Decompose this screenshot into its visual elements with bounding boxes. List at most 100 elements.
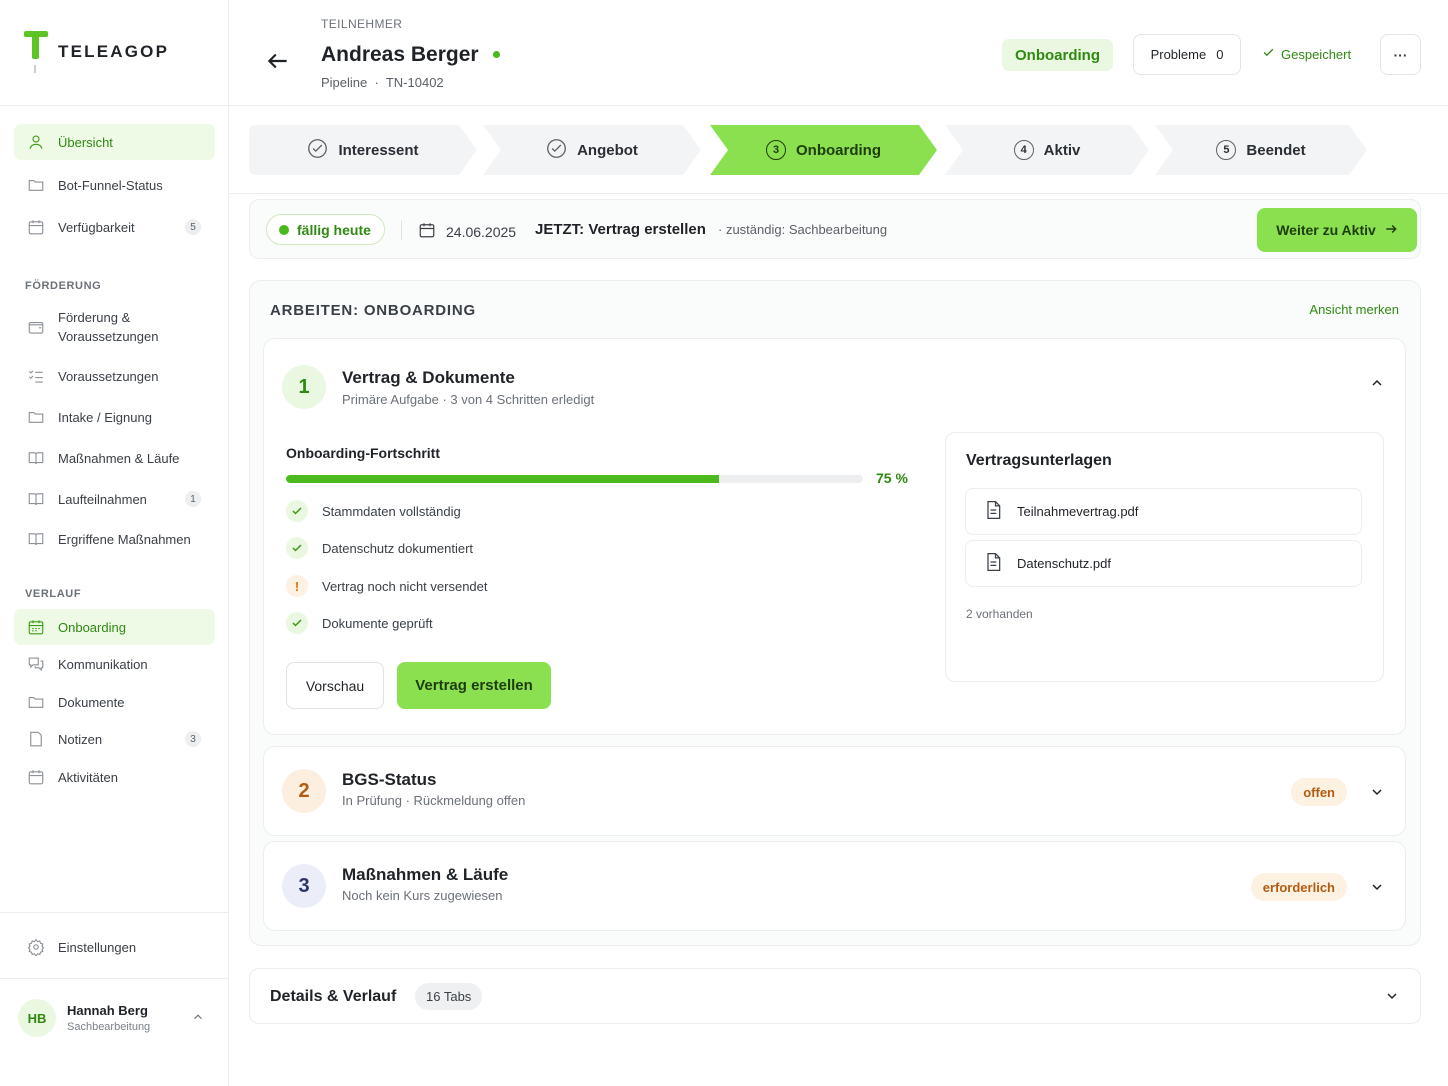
next-action-bar: fällig heute 24.06.2025 JETZT: Vertrag e… [249,199,1421,259]
sidebar-item-uebersicht[interactable]: Übersicht [14,124,215,160]
sidebar-item-massnahmen-laeufe[interactable]: Maßnahmen & Läufe [14,440,215,476]
sidebar-item-label: Maßnahmen & Läufe [58,450,180,466]
calendar-icon [27,618,45,636]
sidebar-item-voraussetzungen[interactable]: Voraussetzungen [14,358,215,394]
divider [229,193,1448,194]
sidebar-item-ergriffene-massnahmen[interactable]: Ergriffene Maßnahmen [14,521,215,557]
sidebar-item-dokumente[interactable]: Dokumente [14,684,215,720]
sidebar-item-label: Verfügbarkeit [58,219,135,235]
status-dot [279,224,289,235]
user-role: Sachbearbeitung [67,1021,151,1033]
book-icon [27,490,45,508]
pipeline-stepper: Interessent Angebot 3 Onboarding 4 Aktiv… [249,125,1379,175]
task-number: 1 [282,365,326,409]
sidebar-item-label: Kommunikation [58,656,148,672]
brand: TELEAGOP [0,0,228,106]
sidebar-item-aktivitaeten[interactable]: Aktivitäten [14,759,215,795]
documents-count: 2 vorhanden [966,607,1033,621]
problems-button[interactable]: Probleme 0 [1133,34,1241,75]
sidebar-item-notizen[interactable]: Notizen 3 [14,721,215,757]
sidebar-item-onboarding[interactable]: Onboarding [14,609,215,645]
sidebar-item-label: Übersicht [58,134,113,150]
contract-documents-panel: Vertragsunterlagen Teilnahmevertrag.pdf … [945,432,1384,682]
warning-icon: ! [286,575,308,597]
details-history-bar[interactable]: Details & Verlauf 16 Tabs [249,968,1421,1024]
page-eyebrow: TEILNEHMER [321,17,403,31]
chevron-up-icon[interactable] [1369,375,1385,396]
section-heading-foerderung: FÖRDERUNG [25,280,102,292]
create-contract-button[interactable]: Vertrag erstellen [397,662,551,709]
breadcrumb: Pipeline · TN-10402 [321,75,444,90]
sidebar-item-laufteilnahmen[interactable]: Laufteilnahmen 1 [14,481,215,517]
note-icon [27,730,45,748]
more-options-button[interactable]: ··· [1380,34,1421,75]
user-name: Hannah Berg [67,1003,148,1018]
task-card-bgs-status[interactable]: 2 BGS-Status In Prüfung · Rückmeldung of… [263,746,1406,836]
sidebar-item-bot-funnel-status[interactable]: Bot-Funnel-Status [14,167,215,203]
chat-icon [27,655,45,673]
sidebar-item-foerderung-voraussetzungen[interactable]: Förderung & Voraussetzungen [14,305,215,349]
stepper-step-aktiv[interactable]: 4 Aktiv [945,125,1149,175]
file-icon [983,500,1003,523]
gear-icon [27,938,45,956]
stepper-step-interessent[interactable]: Interessent [249,125,477,175]
brand-name: TELEAGOP [58,41,170,61]
due-badge: fällig heute [266,214,385,245]
document-item[interactable]: Datenschutz.pdf [965,540,1362,587]
chevron-down-icon[interactable] [1384,988,1400,1009]
preview-button[interactable]: Vorschau [286,662,384,709]
sidebar-item-label: Onboarding [58,619,126,635]
due-date: 24.06.2025 [418,221,516,242]
task-number: 2 [282,769,326,813]
sidebar-item-intake-eignung[interactable]: Intake / Eignung [14,399,215,435]
task-title: Vertrag & Dokumente [342,368,515,387]
status-badge: erforderlich [1250,873,1347,901]
arrow-right-icon [1384,222,1398,239]
back-arrow-icon[interactable] [265,48,291,79]
sidebar-item-label: Notizen [58,731,103,747]
stepper-step-beendet[interactable]: 5 Beendet [1155,125,1367,175]
calendar-icon [27,768,45,786]
online-status-dot [492,50,500,58]
sidebar-item-label: Förderung & Voraussetzungen [58,310,159,344]
task-subtitle: Noch kein Kurs zugewiesen [342,888,503,903]
responsible-label: · zuständig: Sachbearbeitung [718,222,888,237]
work-panel: ARBEITEN: ONBOARDING Ansicht merken 1 Ve… [249,280,1421,946]
sidebar-item-label: Laufteilnahmen [58,491,147,507]
sidebar-item-label: Intake / Eignung [58,409,152,425]
wallet-icon [27,318,45,336]
sidebar-item-kommunikation[interactable]: Kommunikation [14,646,215,682]
task-card-massnahmen-laeufe[interactable]: 3 Maßnahmen & Läufe Noch kein Kurs zugew… [263,841,1406,931]
chevron-down-icon[interactable] [1369,879,1385,900]
check-circle-icon [546,138,567,163]
stepper-step-angebot[interactable]: Angebot [483,125,701,175]
check-icon [1262,46,1275,62]
chevron-down-icon[interactable] [1369,784,1385,805]
advance-stage-button[interactable]: Weiter zu Aktiv [1257,208,1417,252]
task-title: Maßnahmen & Läufe [342,865,509,884]
stage-badge: Onboarding [1002,39,1113,71]
ellipsis-icon: ··· [1393,46,1408,63]
avatar: HB [18,999,56,1037]
file-icon [983,552,1003,575]
checklist-item: Stammdaten vollständig [286,500,461,522]
task-subtitle: In Prüfung · Rückmeldung offen [342,793,526,808]
stepper-step-onboarding[interactable]: 3 Onboarding [710,125,937,175]
sidebar-item-verfuegbarkeit[interactable]: Verfügbarkeit 5 [14,209,215,245]
calendar-icon [27,218,45,236]
user-menu[interactable]: HB Hannah Berg Sachbearbeitung [18,998,213,1038]
remember-view-link[interactable]: Ansicht merken [1309,302,1399,317]
details-title: Details & Verlauf [270,988,397,1005]
chevron-up-icon[interactable] [191,1010,205,1029]
next-action-label: JETZT: Vertrag erstellen [535,221,706,238]
page-title: Andreas Berger [321,43,500,67]
sidebar-item-einstellungen[interactable]: Einstellungen [14,929,215,965]
panel-title: Vertragsunterlagen [966,452,1112,469]
sidebar-item-label: Aktivitäten [58,769,118,785]
document-item[interactable]: Teilnahmevertrag.pdf [965,488,1362,535]
logo-icon [24,30,48,75]
task-subtitle: Primäre Aufgabe · 3 von 4 Schritten erle… [342,392,595,407]
folder-icon [27,408,45,426]
saved-status: Gespeichert [1262,46,1351,62]
page-header: TEILNEHMER Andreas Berger Pipeline · TN-… [229,0,1448,106]
